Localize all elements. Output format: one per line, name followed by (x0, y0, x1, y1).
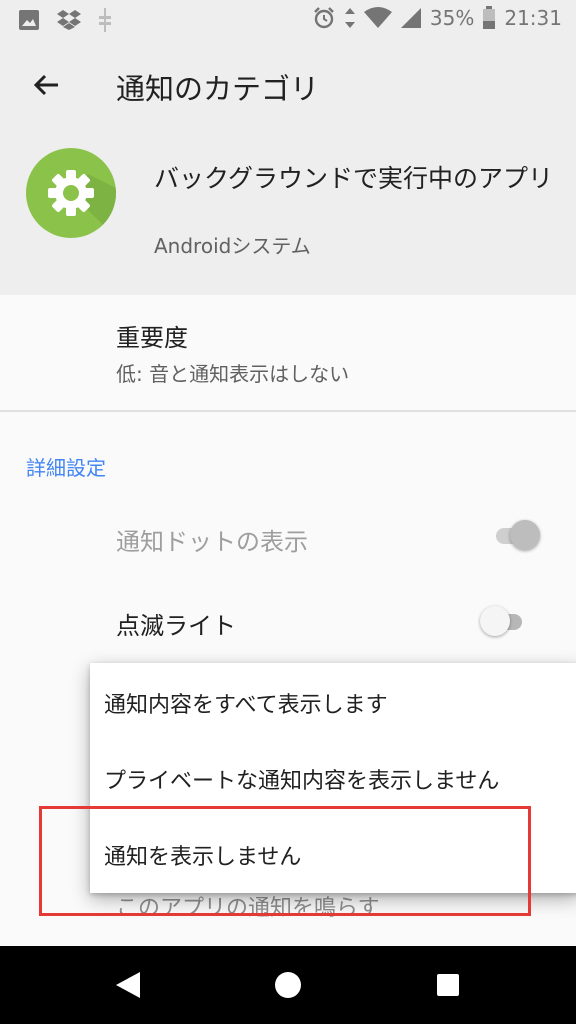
battery-percent: 35% (429, 6, 475, 30)
blink-light-switch[interactable] (480, 604, 526, 640)
blink-light-label: 点滅ライト (116, 612, 236, 640)
divider (0, 410, 576, 412)
home-circle-icon (275, 972, 301, 998)
notification-icons (18, 8, 112, 32)
app-publisher: Androidシステム (154, 234, 311, 258)
usb-debug-icon (98, 8, 112, 32)
nav-recents-button[interactable] (428, 965, 468, 1005)
nav-home-button[interactable] (268, 965, 308, 1005)
alarm-icon (312, 6, 336, 30)
back-triangle-icon (116, 972, 140, 998)
data-arrows-icon (344, 7, 356, 29)
advanced-section-header: 詳細設定 (26, 456, 106, 480)
app-bar: 通知のカテゴリ (0, 38, 576, 128)
arrow-back-icon (33, 74, 58, 96)
notification-dot-row: 通知ドットの表示 (0, 500, 576, 572)
battery-icon (482, 6, 496, 30)
nav-back-button[interactable] (108, 965, 148, 1005)
signal-icon (400, 7, 422, 29)
dropbox-icon (56, 9, 82, 31)
recents-square-icon (437, 974, 459, 996)
menu-item-show-all[interactable]: 通知内容をすべて表示します (90, 665, 576, 741)
notification-dot-switch (494, 518, 540, 554)
wifi-icon (363, 7, 392, 29)
importance-title: 重要度 (116, 324, 188, 352)
clock: 21:31 (504, 6, 562, 30)
back-button[interactable] (24, 63, 68, 107)
system-indicators: 35% 21:31 (312, 6, 562, 30)
importance-summary: 低: 音と通知表示はしない (116, 362, 350, 386)
page-title: 通知のカテゴリ (116, 72, 320, 106)
notification-dot-label: 通知ドットの表示 (116, 528, 308, 556)
importance-row[interactable]: 重要度 低: 音と通知表示はしない (0, 296, 576, 410)
app-icon (26, 148, 116, 238)
gear-icon (48, 170, 116, 238)
highlight-box (39, 806, 531, 916)
app-header: バックグラウンドで実行中のアプリ Androidシステム (0, 128, 576, 295)
status-bar: 35% 21:31 (0, 0, 576, 38)
navigation-bar (0, 946, 576, 1024)
blink-light-row[interactable]: 点滅ライト (0, 586, 576, 658)
app-name: バックグラウンドで実行中のアプリ (154, 164, 554, 193)
image-icon (18, 9, 40, 31)
